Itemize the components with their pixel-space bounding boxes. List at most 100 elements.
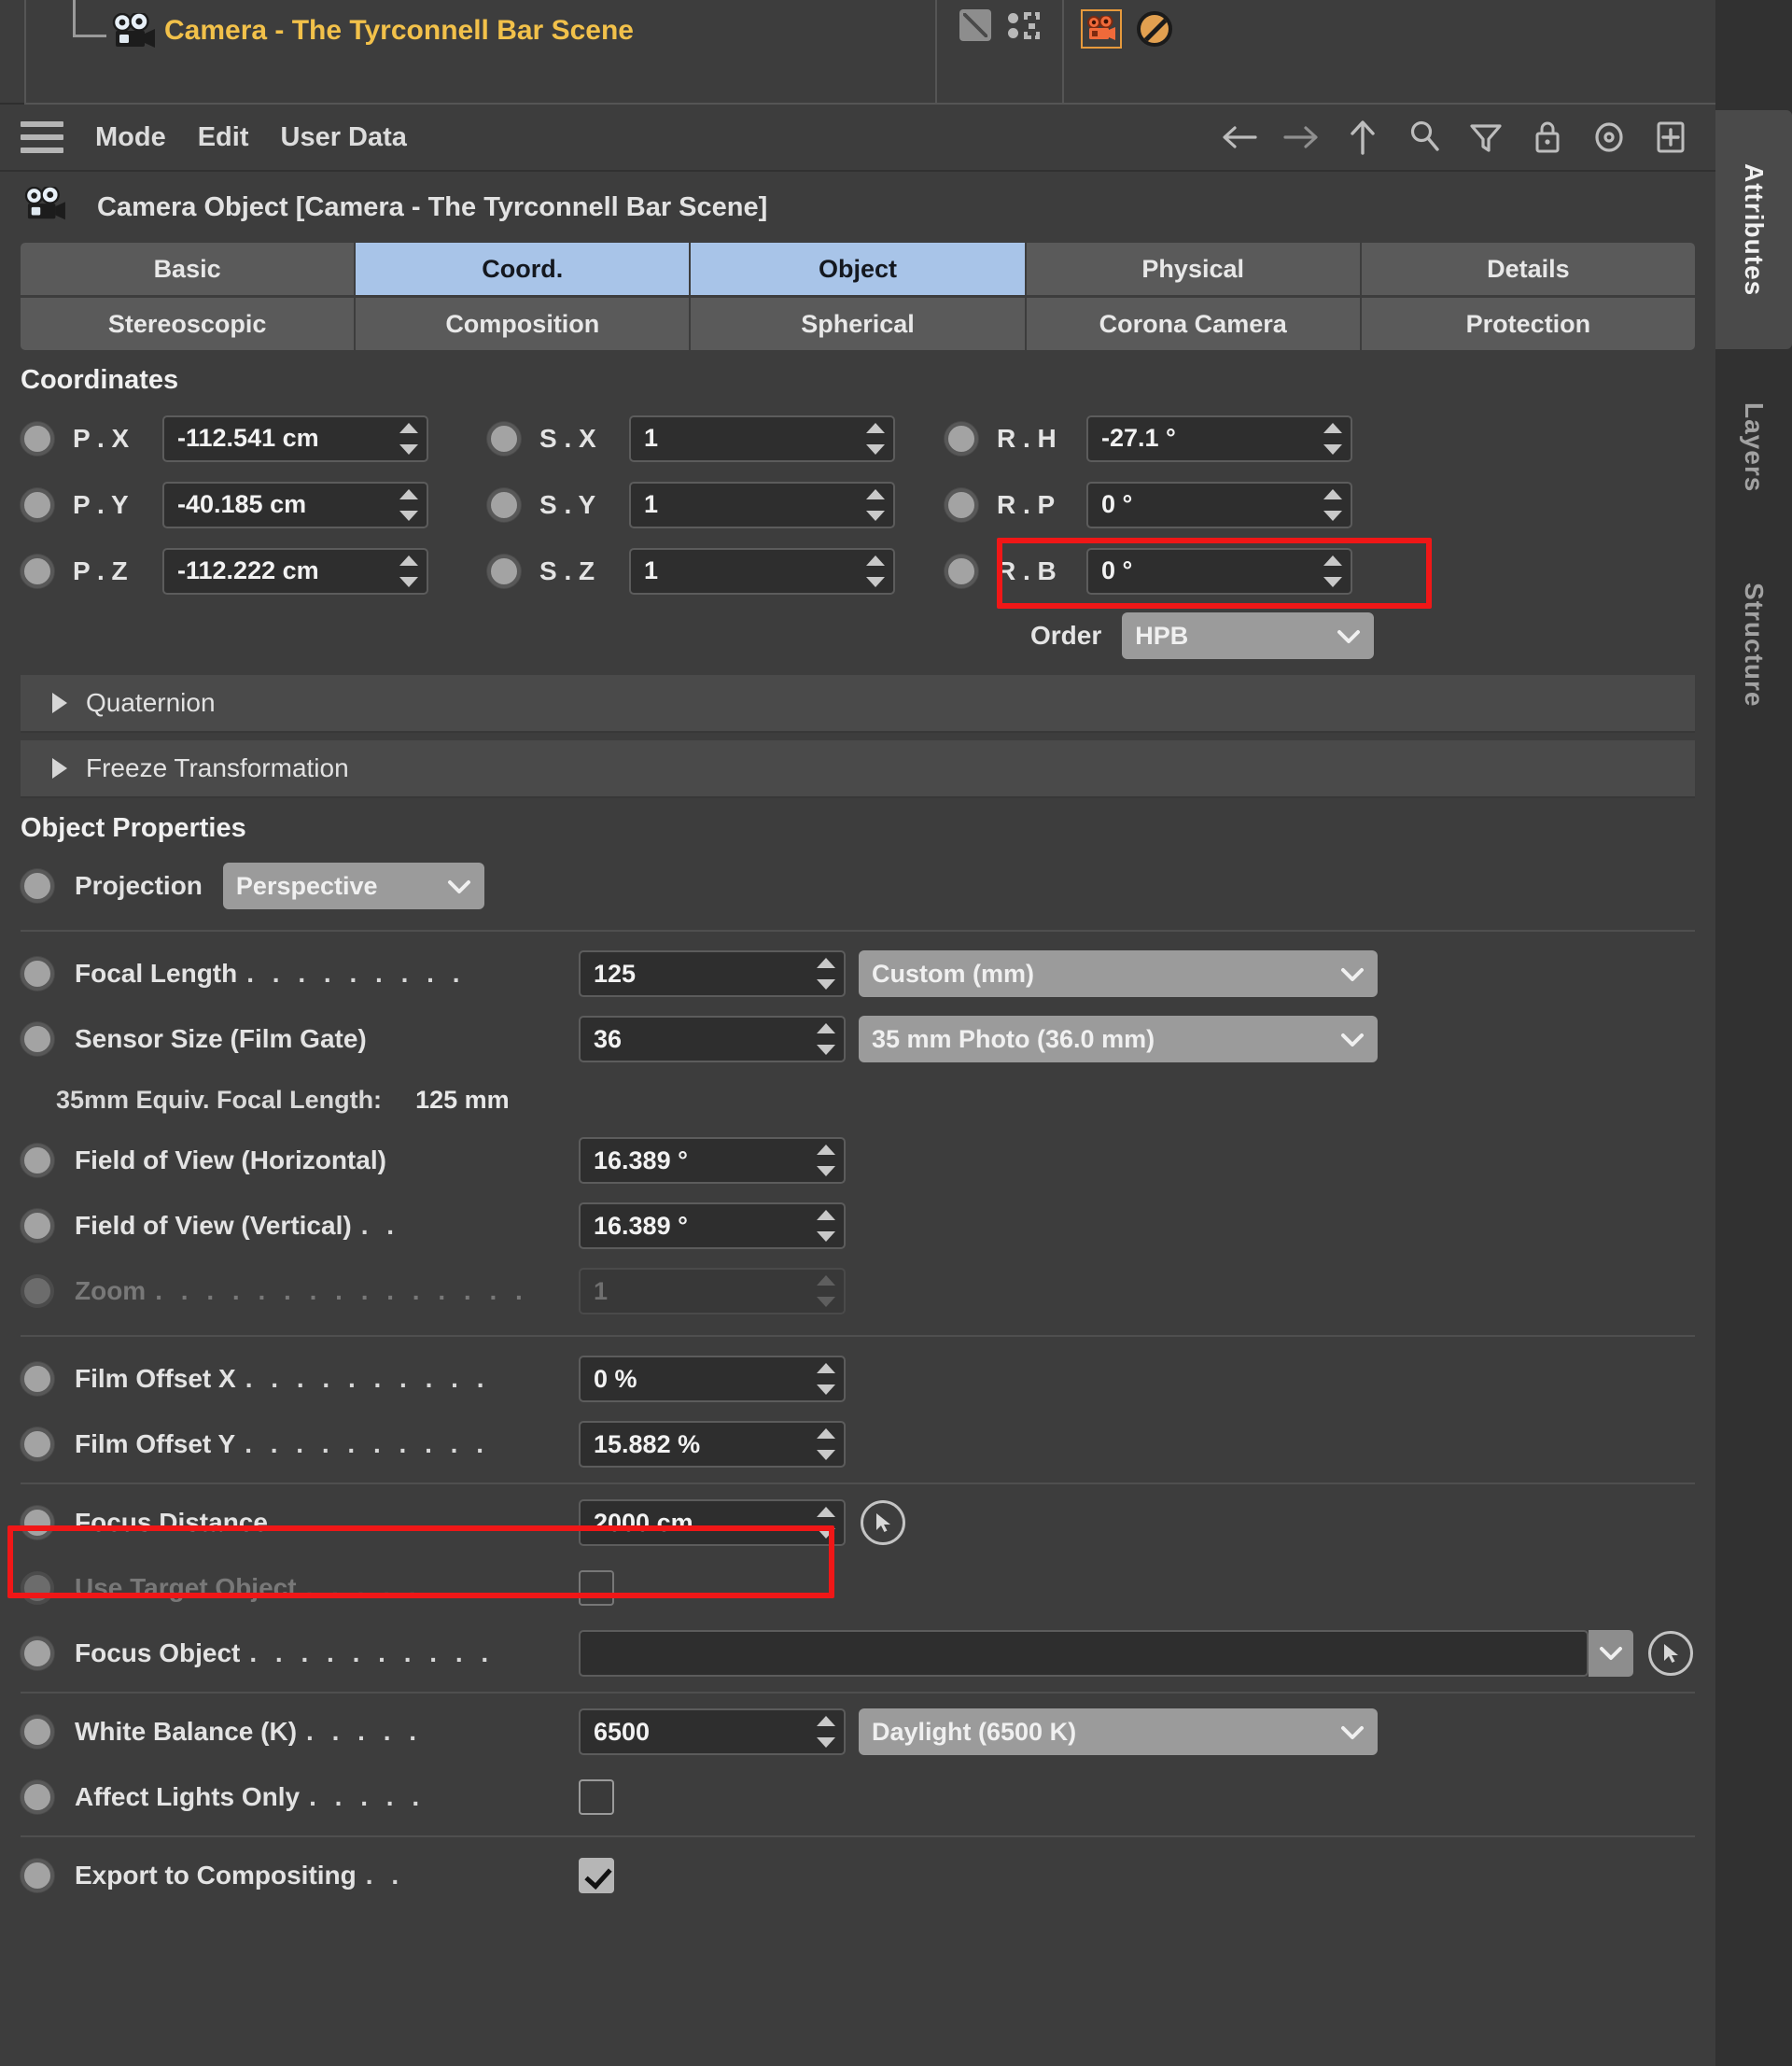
focus-object-field[interactable]: [579, 1630, 1589, 1677]
position-x-stepper[interactable]: [399, 422, 419, 455]
filter-icon[interactable]: [1465, 116, 1506, 159]
scale-x-stepper[interactable]: [865, 422, 886, 455]
position-y-stepper[interactable]: [399, 488, 419, 521]
anim-track-dot-pz[interactable]: [21, 554, 54, 588]
scale-z-field[interactable]: 1: [629, 547, 895, 595]
anim-track-dot-projection[interactable]: [21, 869, 54, 903]
focal-length-stepper[interactable]: [816, 958, 836, 990]
film-offset-y-stepper[interactable]: [816, 1428, 836, 1460]
tab-coord[interactable]: Coord.: [356, 243, 692, 295]
pick-cursor-icon[interactable]: [861, 1500, 905, 1545]
anim-track-dot-focus-distance[interactable]: [21, 1506, 54, 1539]
scale-x-field[interactable]: 1: [629, 415, 895, 462]
rotation-h-field[interactable]: -27.1 °: [1086, 415, 1352, 462]
tab-physical[interactable]: Physical: [1026, 243, 1362, 295]
rotation-p-stepper[interactable]: [1323, 488, 1343, 521]
menu-edit[interactable]: Edit: [198, 122, 249, 153]
tab-spherical[interactable]: Spherical: [691, 298, 1027, 350]
fov-horizontal-stepper[interactable]: [816, 1145, 836, 1176]
focus-distance-stepper[interactable]: [816, 1507, 836, 1539]
fov-vertical-stepper[interactable]: [816, 1210, 836, 1242]
anim-track-dot-sensor-size[interactable]: [21, 1022, 54, 1056]
tag-dots-icon[interactable]: [1006, 9, 1042, 41]
white-balance-preset-dropdown[interactable]: Daylight (6500 K): [859, 1708, 1378, 1755]
position-y-field[interactable]: -40.185 cm: [162, 481, 428, 528]
menu-mode[interactable]: Mode: [95, 122, 166, 153]
position-z-field[interactable]: -112.222 cm: [162, 547, 428, 595]
anim-track-dot-sy[interactable]: [487, 487, 521, 522]
collapsible-freeze-transformation[interactable]: Freeze Transformation: [21, 740, 1695, 798]
object-manager-item-name[interactable]: Camera - The Tyrconnell Bar Scene: [164, 15, 634, 47]
anim-track-dot-sx[interactable]: [487, 421, 521, 456]
scale-y-stepper[interactable]: [865, 488, 886, 521]
rotation-p-field[interactable]: 0 °: [1086, 481, 1352, 528]
anim-track-dot-affect-lights-only[interactable]: [21, 1780, 54, 1814]
projection-value: Perspective: [235, 871, 378, 900]
sensor-size-preset-dropdown[interactable]: 35 mm Photo (36.0 mm): [859, 1016, 1378, 1062]
anim-track-dot-focus-object[interactable]: [21, 1637, 54, 1670]
tab-basic[interactable]: Basic: [21, 243, 357, 295]
focal-length-preset-dropdown[interactable]: Custom (mm): [859, 950, 1378, 997]
anim-track-dot-rb[interactable]: [945, 554, 978, 588]
back-arrow-icon[interactable]: [1219, 116, 1260, 159]
forward-arrow-icon[interactable]: [1281, 116, 1322, 159]
anim-track-dot-film-offset-y[interactable]: [21, 1427, 54, 1461]
rotation-b-stepper[interactable]: [1323, 555, 1343, 587]
anim-track-dot-px[interactable]: [21, 421, 54, 456]
film-offset-x-field[interactable]: 0 %: [579, 1356, 846, 1402]
affect-lights-only-checkbox[interactable]: [579, 1779, 614, 1815]
hamburger-icon[interactable]: [21, 121, 63, 153]
tab-object[interactable]: Object: [691, 243, 1027, 295]
camera-tag-icon[interactable]: [1081, 9, 1122, 49]
fov-horizontal-field[interactable]: 16.389 °: [579, 1137, 846, 1184]
anim-track-dot-film-offset-x[interactable]: [21, 1362, 54, 1396]
scale-z-stepper[interactable]: [865, 555, 886, 587]
anim-track-dot-sz[interactable]: [487, 554, 521, 588]
tab-protection[interactable]: Protection: [1361, 298, 1696, 350]
pick-cursor-icon[interactable]: [1648, 1631, 1693, 1676]
tab-composition[interactable]: Composition: [356, 298, 692, 350]
anim-track-dot-py[interactable]: [21, 487, 54, 522]
anim-track-dot-white-balance[interactable]: [21, 1715, 54, 1749]
menu-user-data[interactable]: User Data: [281, 122, 407, 153]
white-balance-stepper[interactable]: [816, 1716, 836, 1748]
rotation-b-field[interactable]: 0 °: [1086, 547, 1352, 595]
no-render-icon[interactable]: [1137, 11, 1172, 47]
position-z-stepper[interactable]: [399, 555, 419, 587]
white-balance-field[interactable]: 6500: [579, 1708, 846, 1755]
anim-track-dot-fov-v[interactable]: [21, 1209, 54, 1243]
target-icon[interactable]: [1589, 116, 1630, 159]
rotation-order-dropdown[interactable]: HPB: [1122, 612, 1375, 659]
search-icon[interactable]: [1404, 116, 1445, 159]
tab-details[interactable]: Details: [1361, 243, 1696, 295]
rail-tab-structure[interactable]: Structure: [1715, 540, 1792, 751]
position-x-field[interactable]: -112.541 cm: [162, 415, 428, 462]
focus-distance-field[interactable]: 2000 cm: [579, 1499, 846, 1546]
collapsible-quaternion[interactable]: Quaternion: [21, 675, 1695, 733]
focus-object-dropdown-button[interactable]: [1589, 1630, 1633, 1677]
visibility-toggle-icon[interactable]: [959, 9, 991, 41]
anim-track-dot-rh[interactable]: [945, 421, 978, 456]
tab-stereoscopic[interactable]: Stereoscopic: [21, 298, 357, 350]
up-arrow-icon[interactable]: [1342, 116, 1383, 159]
object-manager-row[interactable]: Camera - The Tyrconnell Bar Scene: [24, 0, 1715, 105]
lock-icon[interactable]: [1527, 116, 1568, 159]
tab-corona-camera[interactable]: Corona Camera: [1026, 298, 1362, 350]
anim-track-dot-export-to-compositing[interactable]: [21, 1859, 54, 1892]
rotation-h-stepper[interactable]: [1323, 422, 1343, 455]
film-offset-y-field[interactable]: 15.882 %: [579, 1421, 846, 1468]
sensor-size-field[interactable]: 36: [579, 1016, 846, 1062]
fov-vertical-field[interactable]: 16.389 °: [579, 1202, 846, 1249]
rail-tab-attributes[interactable]: Attributes: [1715, 110, 1792, 349]
projection-dropdown[interactable]: Perspective: [222, 863, 484, 909]
sensor-size-stepper[interactable]: [816, 1023, 836, 1055]
anim-track-dot-focal-length[interactable]: [21, 957, 54, 991]
anim-track-dot-fov-h[interactable]: [21, 1144, 54, 1177]
focal-length-field[interactable]: 125: [579, 950, 846, 997]
anim-track-dot-rp[interactable]: [945, 487, 978, 522]
film-offset-x-stepper[interactable]: [816, 1363, 836, 1395]
scale-y-field[interactable]: 1: [629, 481, 895, 528]
add-panel-icon[interactable]: [1650, 116, 1691, 159]
export-to-compositing-checkbox[interactable]: [579, 1858, 614, 1893]
rail-tab-layers[interactable]: Layers: [1715, 360, 1792, 534]
